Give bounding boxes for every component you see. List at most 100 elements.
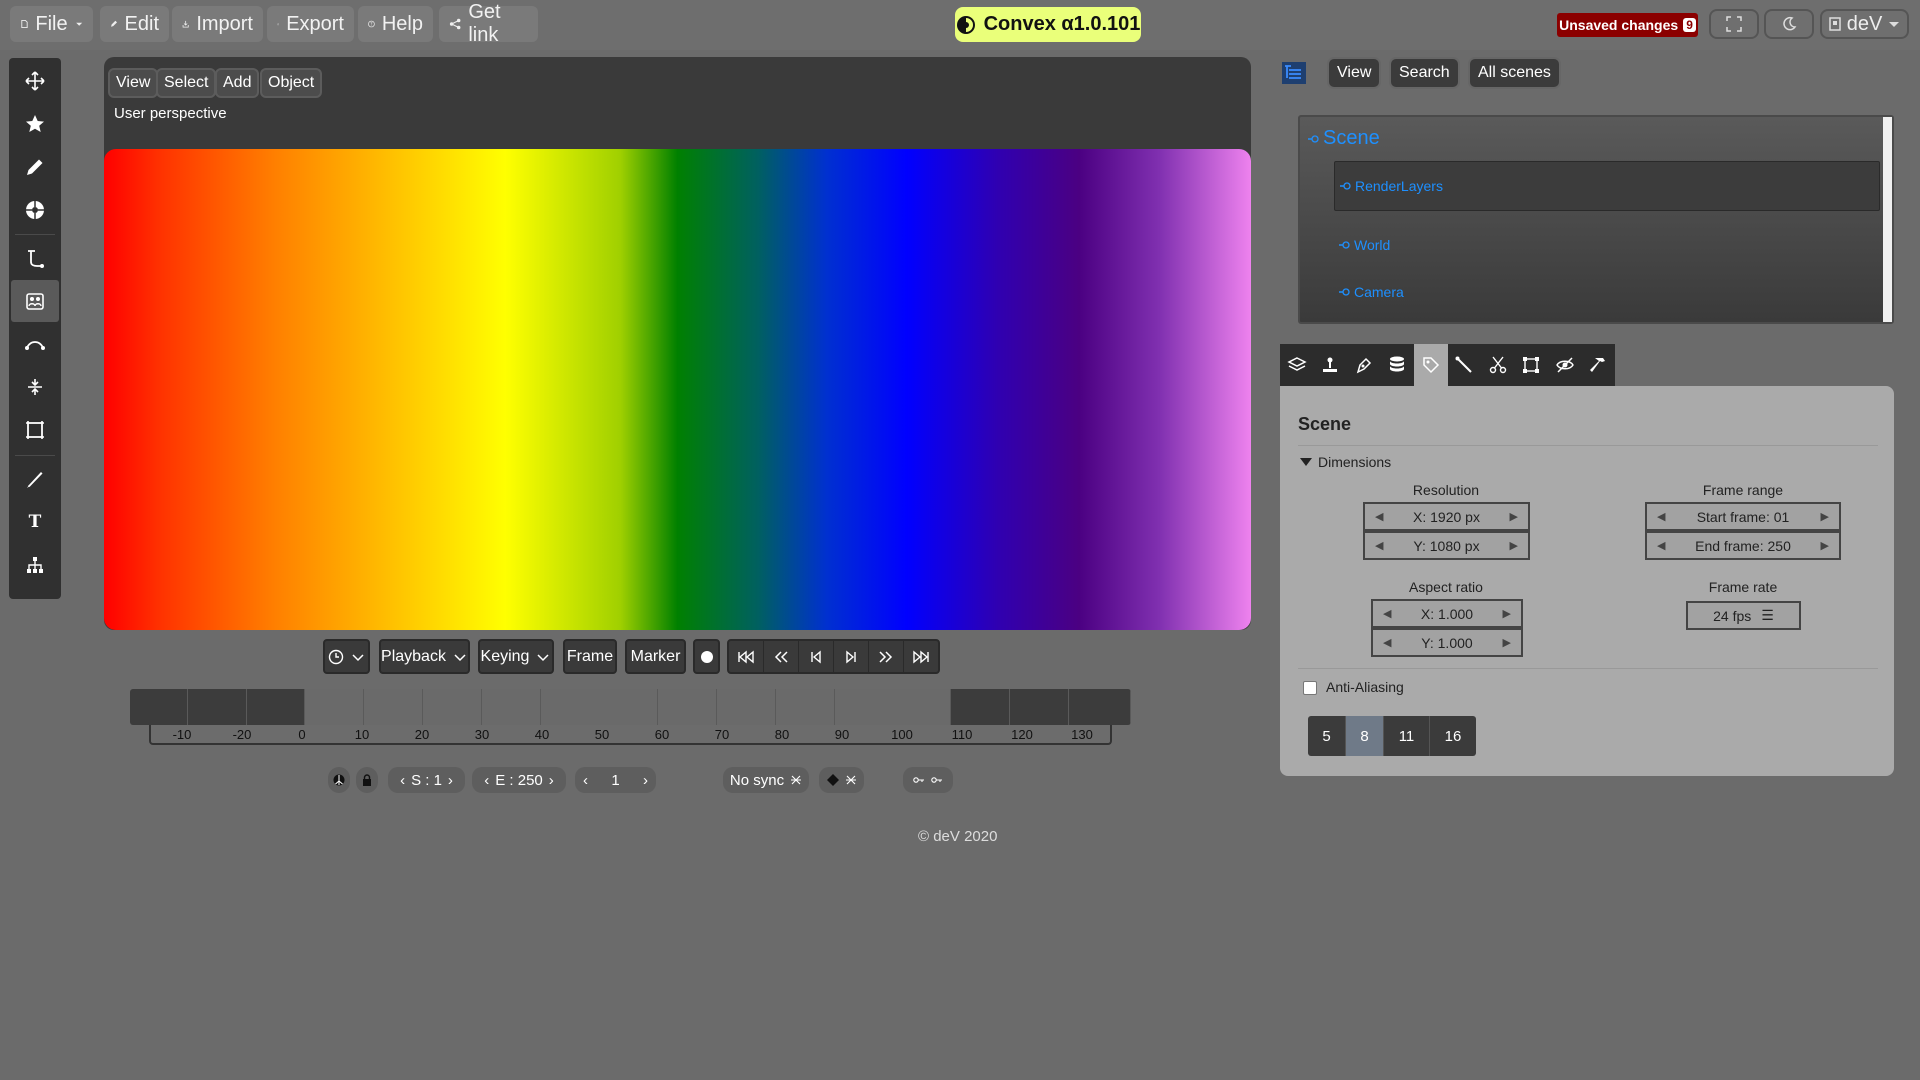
export-menu[interactable]: Export [267, 6, 354, 42]
get-link-menu[interactable]: Get link [439, 1, 538, 46]
track-cell [1010, 689, 1069, 725]
people-tool[interactable] [11, 280, 59, 322]
tab-scissors[interactable] [1481, 344, 1515, 386]
rewind-icon [774, 650, 788, 663]
move-tool[interactable] [11, 60, 59, 102]
playback-dropdown[interactable]: Playback [379, 639, 470, 674]
frame-range-label: Frame range [1702, 482, 1784, 498]
edit-menu[interactable]: Edit [100, 6, 169, 42]
peace-toggle[interactable] [328, 767, 350, 793]
tab-joystick[interactable] [1313, 344, 1347, 386]
timeline-ruler[interactable]: -10 -20 0 10 20 30 40 50 60 70 80 90 100… [149, 725, 1112, 745]
sync-dropdown[interactable]: No sync [723, 767, 809, 793]
properties-tabs [1280, 344, 1615, 386]
arrow-right-icon: ▶ [1820, 540, 1829, 552]
aa-option-11[interactable]: 11 [1384, 716, 1430, 756]
fullscreen-button[interactable] [1709, 9, 1759, 39]
timeline-track[interactable] [130, 689, 1131, 725]
tab-tags[interactable] [1414, 344, 1448, 386]
viewport-add-menu[interactable]: Add [215, 68, 260, 98]
playback-controls [727, 639, 940, 674]
end-frame-stepper[interactable]: ‹ E : 250 › [472, 767, 566, 793]
curve-tool[interactable] [11, 323, 59, 365]
aspect-y-field[interactable]: ◀ Y: 1.000 ▶ [1371, 628, 1523, 657]
tab-bounding-box[interactable] [1514, 344, 1548, 386]
aa-option-8[interactable]: 8 [1346, 716, 1384, 756]
jump-end-button[interactable] [904, 641, 938, 672]
people-icon [26, 293, 44, 310]
jump-start-button[interactable] [729, 641, 764, 672]
edit-menu-label: Edit [124, 12, 159, 35]
step-forward-button[interactable] [834, 641, 869, 672]
crop-icon [26, 421, 44, 439]
bezier-tool[interactable] [11, 237, 59, 279]
outliner-type-button[interactable] [1281, 60, 1307, 86]
frame-rate-select[interactable]: 24 fps ☰ [1686, 601, 1801, 630]
text-tool[interactable]: T [11, 501, 59, 543]
record-button[interactable] [693, 639, 720, 674]
start-frame-field[interactable]: ◀ Start frame: 01 ▶ [1645, 502, 1841, 531]
fullscreen-icon [1726, 16, 1742, 32]
antialiasing-checkbox[interactable] [1303, 681, 1317, 695]
user-menu-button[interactable]: deV [1820, 9, 1909, 39]
keying-dropdown[interactable]: Keying [478, 639, 554, 674]
tab-database[interactable] [1380, 344, 1414, 386]
file-menu[interactable]: File [10, 6, 93, 42]
rewind-button[interactable] [764, 641, 799, 672]
align-tool[interactable] [11, 366, 59, 408]
frame-button[interactable]: Frame [563, 639, 617, 674]
tab-layers[interactable] [1280, 344, 1314, 386]
key-toggle[interactable] [903, 767, 953, 793]
aa-option-5[interactable]: 5 [1308, 716, 1346, 756]
help-menu[interactable]: ? Help [358, 6, 433, 42]
tab-pen[interactable] [1347, 344, 1381, 386]
unsaved-changes-badge[interactable]: Unsaved changes 9 [1557, 13, 1698, 37]
tab-line[interactable] [1447, 344, 1481, 386]
resolution-y-field[interactable]: ◀ Y: 1080 px ▶ [1363, 531, 1530, 560]
viewport-object-menu[interactable]: Object [260, 68, 323, 98]
ruler-tick: 90 [834, 727, 850, 742]
tab-hammer[interactable] [1581, 344, 1615, 386]
outliner-item-renderlayers-row[interactable]: RenderLayers [1334, 161, 1880, 211]
keyframe-toggle[interactable] [819, 767, 864, 793]
tab-visibility[interactable] [1548, 344, 1582, 386]
end-frame-field[interactable]: ◀ End frame: 250 ▶ [1645, 531, 1841, 560]
outliner-icon [1282, 62, 1306, 84]
marker-button[interactable]: Marker [625, 639, 686, 674]
current-frame-stepper[interactable]: ‹ 1 › [575, 767, 656, 793]
import-menu[interactable]: Import [172, 6, 263, 42]
resolution-x-field[interactable]: ◀ X: 1920 px ▶ [1363, 502, 1530, 531]
fast-forward-icon [879, 650, 893, 663]
outliner-view-button[interactable]: View [1327, 57, 1382, 89]
sphere-tool[interactable] [11, 189, 59, 231]
hierarchy-icon [27, 557, 43, 573]
curve-icon [25, 341, 45, 350]
all-scenes-button[interactable]: All scenes [1468, 57, 1561, 89]
clock-dropdown[interactable] [323, 639, 370, 674]
dark-mode-button[interactable] [1764, 9, 1814, 39]
viewport-view-menu[interactable]: View [108, 68, 159, 98]
viewport-select-menu[interactable]: Select [156, 68, 217, 98]
aspect-x-field[interactable]: ◀ X: 1.000 ▶ [1371, 599, 1523, 628]
step-back-button[interactable] [799, 641, 834, 672]
outliner-item-world[interactable]: World [1338, 237, 1390, 253]
outliner-item-camera[interactable]: Camera [1338, 284, 1404, 300]
fast-forward-button[interactable] [869, 641, 904, 672]
hierarchy-tool[interactable] [11, 544, 59, 586]
outliner-item-scene[interactable]: Scene [1307, 127, 1380, 150]
dimensions-section-toggle[interactable]: Dimensions [1300, 454, 1391, 470]
viewport-canvas[interactable] [104, 149, 1251, 630]
get-link-label: Get link [468, 1, 501, 46]
crop-tool[interactable] [11, 409, 59, 451]
lock-toggle[interactable] [356, 767, 378, 793]
brush-tool[interactable] [11, 458, 59, 500]
draw-tool[interactable] [11, 146, 59, 188]
outliner-search-button[interactable]: Search [1389, 57, 1460, 89]
start-frame-stepper[interactable]: ‹ S : 1 › [388, 767, 465, 793]
antialiasing-label: Anti-Aliasing [1326, 679, 1404, 695]
favorite-tool[interactable] [11, 103, 59, 145]
aa-option-16[interactable]: 16 [1430, 716, 1476, 756]
chevron-right-icon: › [447, 771, 453, 789]
outliner-scrollbar[interactable] [1883, 117, 1892, 322]
footer-copyright: © deV 2020 [918, 828, 998, 845]
